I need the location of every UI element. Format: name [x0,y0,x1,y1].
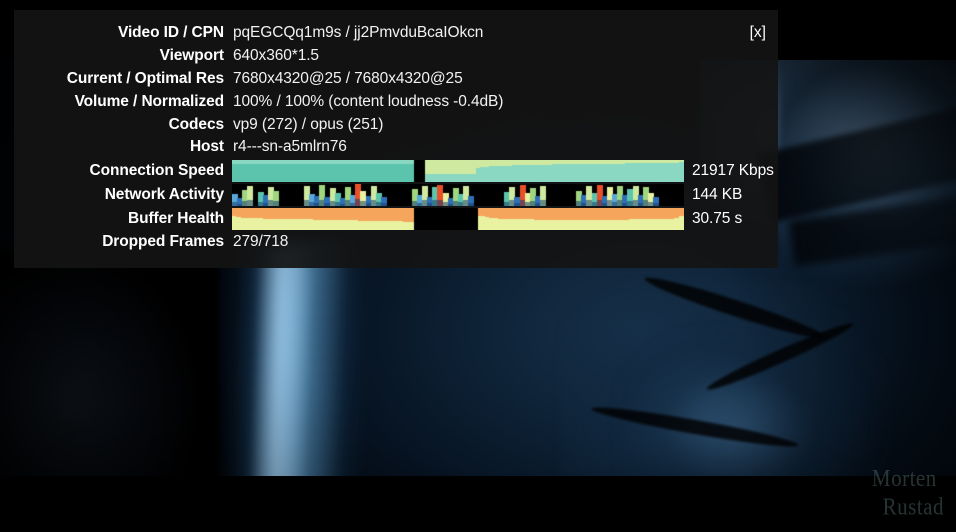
stat-label: Host [189,138,224,156]
network_activity-canvas [232,183,684,206]
screen: Morten Rustad [x] Video ID / CPN pqEGCQq1… [0,0,956,532]
stat-row-connection-speed: Connection Speed 21917 Kbps [14,159,774,183]
connection_speed-value: 21917 Kbps [692,161,774,179]
stat-label: Buffer Health [127,209,224,227]
connection_speed-graph [232,159,684,182]
stat-value: 100% / 100% (content loudness -0.4dB) [233,92,504,110]
stat-label: Current / Optimal Res [66,69,224,87]
stat-label: Video ID / CPN [118,24,224,42]
stats-text-rows: Video ID / CPN pqEGCQq1m9s / jj2PmvduBcaI… [14,22,764,159]
stat-row-current-optimal-res: Current / Optimal Res 7680x4320@25 / 7680… [14,68,764,91]
watermark-line-2: Rustad [882,492,944,521]
stat-value: pqEGCQq1m9s / jj2PmvduBcaIOkcn [233,24,484,42]
buffer_health-graph [232,207,684,230]
stat-row-host: Host r4---sn-a5mlrn76 [14,136,764,159]
network_activity-graph [232,183,684,206]
video-bg-letterbox-bottom [0,476,956,532]
stat-row-network-activity: Network Activity 144 KB [14,183,764,207]
watermark: Morten Rustad [865,464,944,521]
stats-for-nerds-panel: [x] Video ID / CPN pqEGCQq1m9s / jj2Pmvdu… [14,10,778,268]
stats-graph-rows: Connection Speed 21917 Kbps Network Activi… [14,159,774,231]
buffer_health-value: 30.75 s [692,209,743,227]
stat-label: Codecs [168,115,225,133]
stat-row-buffer-health: Buffer Health 30.75 s [14,207,764,231]
buffer_health-canvas [232,207,684,230]
stat-row-viewport: Viewport 640x360*1.5 [14,45,764,68]
stat-label: Connection Speed [89,161,225,179]
stat-row-volume-normalized: Volume / Normalized 100% / 100% (content … [14,90,764,113]
stat-value: 279/718 [233,233,289,251]
stat-value: vp9 (272) / opus (251) [233,115,384,133]
watermark-line-1: Morten [871,463,937,492]
stat-label: Viewport [159,47,224,65]
stat-row-dropped-frames: Dropped Frames 279/718 [14,231,764,254]
stat-value: 7680x4320@25 / 7680x4320@25 [233,69,463,87]
stat-row-video-id-cpn: Video ID / CPN pqEGCQq1m9s / jj2PmvduBcaI… [14,22,764,45]
stat-row-codecs: Codecs vp9 (272) / opus (251) [14,113,764,136]
stats-footer-rows: Dropped Frames 279/718 [14,231,764,254]
stat-label: Volume / Normalized [74,92,225,110]
stat-value: 640x360*1.5 [233,47,319,65]
connection_speed-canvas [232,159,684,182]
network_activity-value: 144 KB [692,185,743,203]
stat-label: Network Activity [104,185,224,203]
stat-value: r4---sn-a5mlrn76 [233,138,347,156]
stat-label: Dropped Frames [102,233,224,251]
close-button[interactable]: [x] [750,22,766,45]
